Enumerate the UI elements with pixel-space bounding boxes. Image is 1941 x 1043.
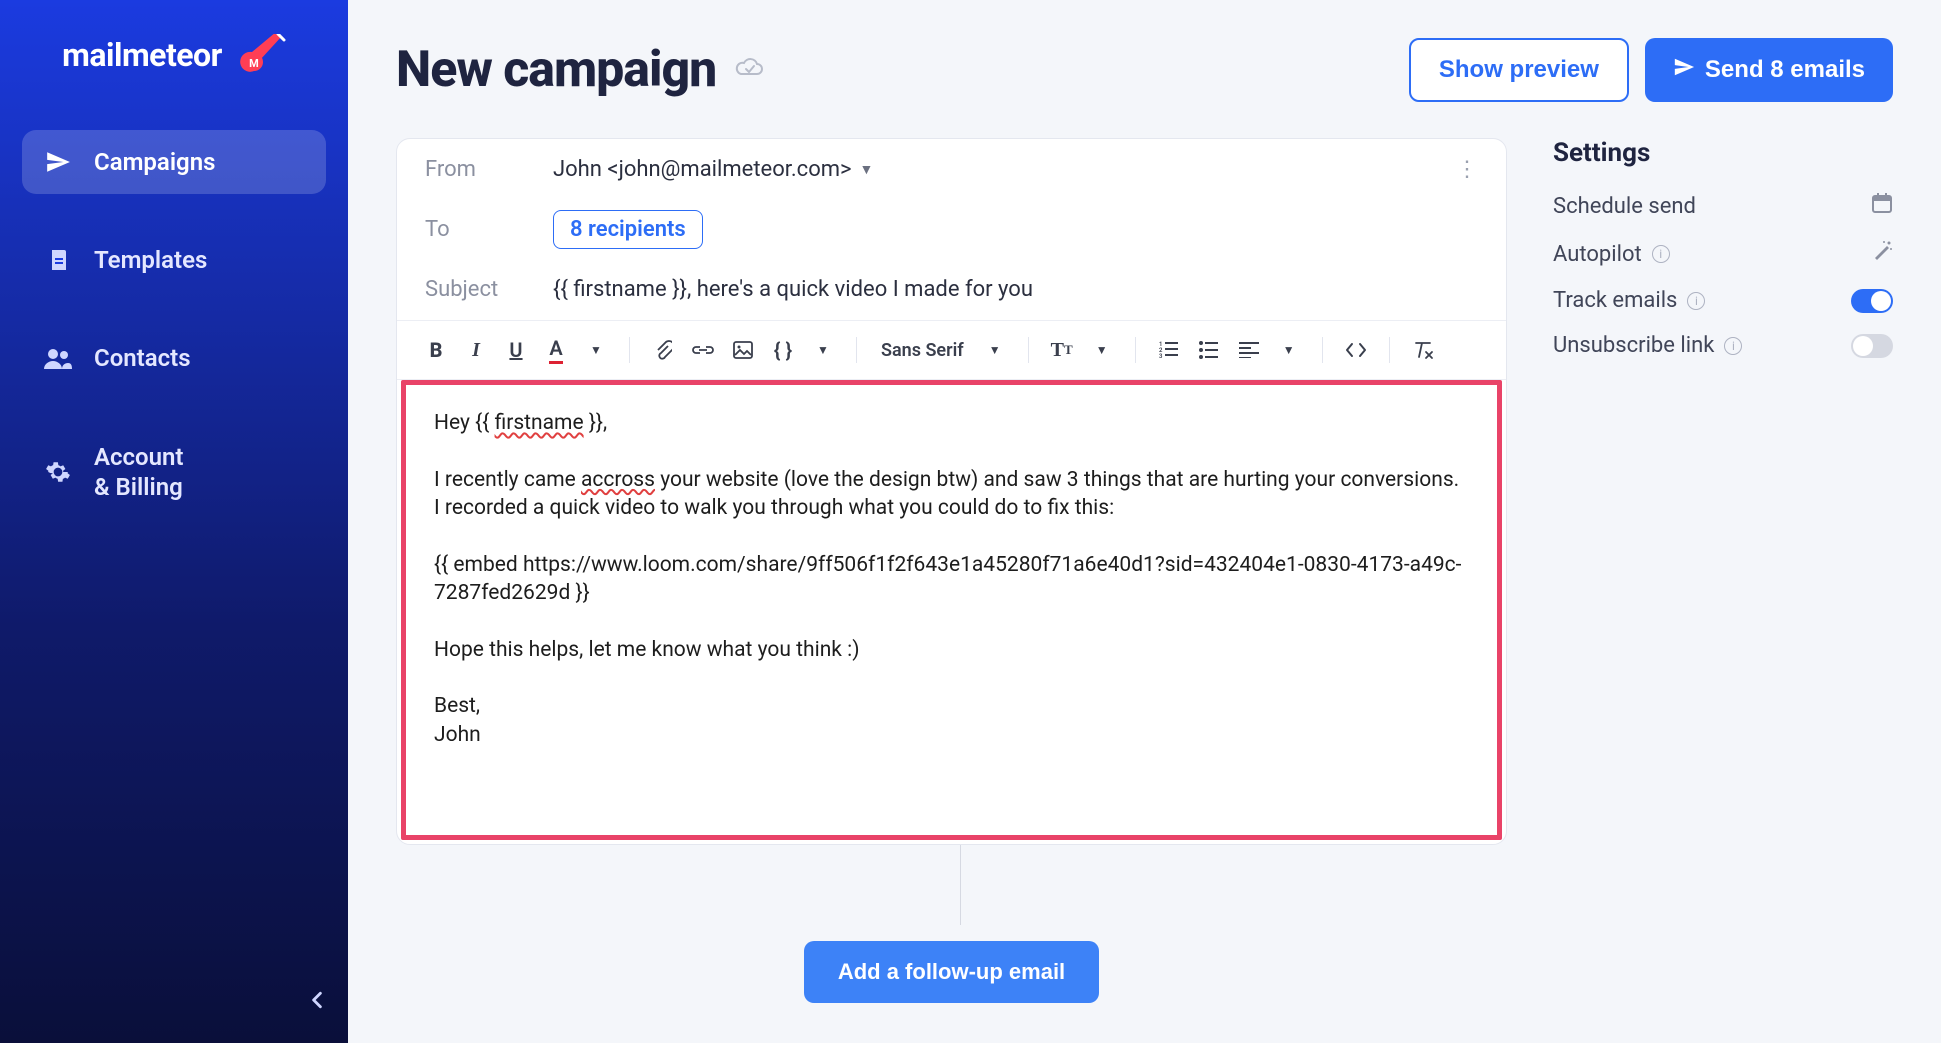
unsubscribe-toggle[interactable] (1851, 334, 1893, 358)
ordered-list-button[interactable]: 123 (1152, 333, 1186, 367)
sidebar-item-label: Contacts (94, 344, 191, 372)
from-label: From (425, 157, 521, 182)
svg-text:M: M (249, 57, 259, 70)
svg-text:3: 3 (1159, 353, 1163, 359)
align-dropdown[interactable]: ▼ (1272, 333, 1306, 367)
sidebar-item-label: Templates (94, 246, 207, 274)
sidebar: mailmeteor M Campaigns Templates (0, 0, 348, 1043)
send-emails-button[interactable]: Send 8 emails (1645, 38, 1893, 102)
to-label: To (425, 217, 521, 242)
composer-card: From John <john@mailmeteor.com> ▼ ⋮ To 8… (396, 138, 1507, 845)
sidebar-item-campaigns[interactable]: Campaigns (22, 130, 326, 194)
image-button[interactable] (726, 333, 760, 367)
code-view-button[interactable] (1339, 333, 1373, 367)
sidebar-collapse-button[interactable] (310, 990, 324, 1015)
text-color-dropdown[interactable]: ▼ (579, 333, 613, 367)
header: New campaign Show preview Send 8 emails (396, 38, 1893, 102)
setting-autopilot[interactable]: Autopilot (1553, 240, 1893, 268)
from-row: From John <john@mailmeteor.com> ▼ ⋮ (397, 139, 1506, 200)
text-color-button[interactable]: A (539, 333, 573, 367)
magic-wand-icon[interactable] (1871, 240, 1893, 268)
recipients-pill[interactable]: 8 recipients (553, 210, 703, 249)
setting-schedule-send[interactable]: Schedule send (1553, 192, 1893, 220)
subject-row: Subject {{ firstname }}, here's a quick … (397, 267, 1506, 320)
info-icon[interactable] (1652, 245, 1670, 263)
clear-formatting-button[interactable] (1406, 333, 1440, 367)
brand-logo[interactable]: mailmeteor M (22, 34, 326, 76)
setting-track-emails[interactable]: Track emails (1553, 288, 1893, 313)
email-body-editor[interactable]: Hey {{ firstname }}, I recently came acc… (401, 380, 1502, 840)
font-size-dropdown[interactable]: ▼ (1085, 333, 1119, 367)
font-family-dropdown[interactable]: ▼ (978, 333, 1012, 367)
add-followup-button[interactable]: Add a follow-up email (804, 941, 1099, 1003)
send-icon (44, 149, 72, 175)
gear-icon (44, 459, 72, 485)
from-value[interactable]: John <john@mailmeteor.com> ▼ (553, 157, 873, 182)
to-row: To 8 recipients (397, 200, 1506, 267)
track-emails-toggle[interactable] (1851, 289, 1893, 313)
underline-button[interactable]: U (499, 333, 533, 367)
bold-button[interactable]: B (419, 333, 453, 367)
cloud-sync-icon[interactable] (734, 56, 764, 85)
variables-dropdown[interactable]: ▼ (806, 333, 840, 367)
info-icon[interactable] (1724, 337, 1742, 355)
page-title: New campaign (396, 41, 716, 99)
brand-name: mailmeteor (62, 36, 222, 74)
font-size-button[interactable]: TT (1045, 333, 1079, 367)
variables-button[interactable]: { } (766, 333, 800, 367)
sidebar-item-contacts[interactable]: Contacts (22, 326, 326, 390)
font-family-select[interactable]: Sans Serif (873, 333, 972, 367)
show-preview-button[interactable]: Show preview (1409, 38, 1629, 102)
italic-button[interactable]: I (459, 333, 493, 367)
settings-title: Settings (1553, 138, 1893, 168)
unordered-list-button[interactable] (1192, 333, 1226, 367)
people-icon (44, 347, 72, 369)
send-icon (1673, 56, 1695, 85)
connector-line (960, 845, 961, 925)
caret-down-icon: ▼ (860, 161, 874, 178)
settings-panel: Settings Schedule send Autopilot Track e… (1553, 138, 1893, 378)
setting-unsubscribe-link[interactable]: Unsubscribe link (1553, 333, 1893, 358)
subject-label: Subject (425, 277, 521, 302)
attachment-button[interactable] (646, 333, 680, 367)
followup-section: Add a follow-up email (396, 845, 1507, 1003)
align-button[interactable] (1232, 333, 1266, 367)
sidebar-item-label: Campaigns (94, 148, 215, 176)
editor-toolbar: B I U A ▼ (397, 320, 1506, 380)
sidebar-item-account-billing[interactable]: Account & Billing (22, 424, 326, 520)
calendar-icon[interactable] (1871, 192, 1893, 220)
main-content: New campaign Show preview Send 8 emails … (348, 0, 1941, 1043)
sidebar-item-label: Account & Billing (94, 442, 184, 502)
file-icon (44, 247, 72, 273)
composer: From John <john@mailmeteor.com> ▼ ⋮ To 8… (396, 138, 1507, 1003)
sidebar-nav: Campaigns Templates Contacts Account & B… (22, 130, 326, 520)
sidebar-item-templates[interactable]: Templates (22, 228, 326, 292)
more-options-button[interactable]: ⋮ (1456, 157, 1478, 182)
meteor-icon: M (230, 34, 286, 76)
info-icon[interactable] (1687, 292, 1705, 310)
link-button[interactable] (686, 333, 720, 367)
subject-input[interactable]: {{ firstname }}, here's a quick video I … (553, 277, 1033, 302)
